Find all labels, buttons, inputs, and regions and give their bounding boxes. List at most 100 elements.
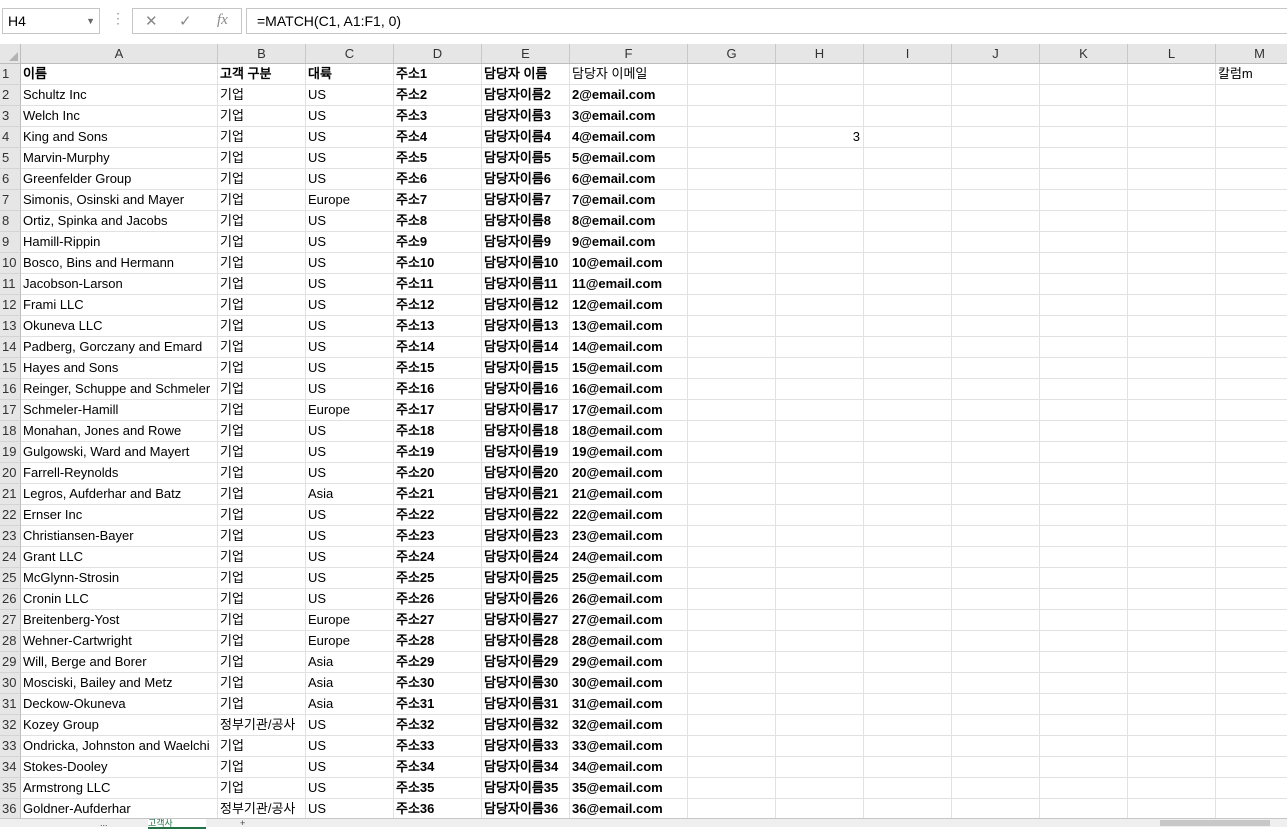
cell[interactable]	[776, 463, 864, 484]
cell[interactable]: US	[306, 358, 394, 379]
cell[interactable]: Hayes and Sons	[21, 358, 218, 379]
cell[interactable]	[776, 694, 864, 715]
column-header-b[interactable]: B	[218, 44, 306, 64]
cell[interactable]	[688, 610, 776, 631]
cell[interactable]	[688, 757, 776, 778]
cell[interactable]	[864, 757, 952, 778]
cell[interactable]	[688, 505, 776, 526]
cell[interactable]: US	[306, 736, 394, 757]
row-header[interactable]: 36	[0, 799, 21, 818]
cell[interactable]	[776, 715, 864, 736]
cell[interactable]: 담당자이름29	[482, 652, 570, 673]
cell[interactable]	[1128, 442, 1216, 463]
cell[interactable]: 대륙	[306, 64, 394, 85]
cell[interactable]	[864, 631, 952, 652]
cell[interactable]: 주소25	[394, 568, 482, 589]
cell[interactable]	[688, 421, 776, 442]
cell[interactable]	[1128, 736, 1216, 757]
cell[interactable]	[1040, 610, 1128, 631]
cell[interactable]	[952, 715, 1040, 736]
cell[interactable]	[1216, 316, 1287, 337]
cell[interactable]	[1040, 211, 1128, 232]
cell[interactable]: 담당자이름24	[482, 547, 570, 568]
cell[interactable]: Mosciski, Bailey and Metz	[21, 673, 218, 694]
chevron-down-icon[interactable]: ▼	[86, 9, 95, 33]
cell[interactable]	[952, 169, 1040, 190]
cell[interactable]	[1040, 148, 1128, 169]
cell[interactable]: 6@email.com	[570, 169, 688, 190]
cell[interactable]	[776, 526, 864, 547]
cell[interactable]	[952, 757, 1040, 778]
cell[interactable]: 주소12	[394, 295, 482, 316]
cell[interactable]	[952, 64, 1040, 85]
cell[interactable]: US	[306, 463, 394, 484]
cell[interactable]: Legros, Aufderhar and Batz	[21, 484, 218, 505]
cell[interactable]	[1216, 421, 1287, 442]
cell[interactable]	[1216, 400, 1287, 421]
cell[interactable]	[952, 652, 1040, 673]
row-header[interactable]: 17	[0, 400, 21, 421]
cell[interactable]	[688, 568, 776, 589]
cell[interactable]	[1040, 253, 1128, 274]
row-header[interactable]: 19	[0, 442, 21, 463]
cell[interactable]: Asia	[306, 652, 394, 673]
cell[interactable]	[776, 673, 864, 694]
cell[interactable]: US	[306, 85, 394, 106]
cell[interactable]: 담당자이름33	[482, 736, 570, 757]
cell[interactable]: 담당자이름14	[482, 337, 570, 358]
cell[interactable]: 5@email.com	[570, 148, 688, 169]
cell[interactable]: 기업	[218, 148, 306, 169]
column-header-k[interactable]: K	[1040, 44, 1128, 64]
row-header[interactable]: 34	[0, 757, 21, 778]
cell[interactable]	[776, 316, 864, 337]
cell[interactable]: 기업	[218, 652, 306, 673]
cell[interactable]	[864, 799, 952, 818]
cell[interactable]: 담당자이름25	[482, 568, 570, 589]
cell[interactable]	[1216, 232, 1287, 253]
cell[interactable]	[1040, 652, 1128, 673]
cell[interactable]	[952, 400, 1040, 421]
cell[interactable]	[776, 64, 864, 85]
cell[interactable]: 2@email.com	[570, 85, 688, 106]
cell[interactable]	[688, 778, 776, 799]
cell[interactable]: 34@email.com	[570, 757, 688, 778]
cell[interactable]	[864, 148, 952, 169]
cell[interactable]: 32@email.com	[570, 715, 688, 736]
cell[interactable]: 고객 구분	[218, 64, 306, 85]
cell[interactable]	[1128, 64, 1216, 85]
cell[interactable]: 담당자이름28	[482, 631, 570, 652]
cell[interactable]: Christiansen-Bayer	[21, 526, 218, 547]
cell[interactable]	[688, 484, 776, 505]
cell[interactable]	[688, 694, 776, 715]
cell[interactable]: 주소19	[394, 442, 482, 463]
row-header[interactable]: 28	[0, 631, 21, 652]
cell[interactable]	[952, 337, 1040, 358]
cell[interactable]	[688, 253, 776, 274]
cell[interactable]: 27@email.com	[570, 610, 688, 631]
row-header[interactable]: 33	[0, 736, 21, 757]
cell[interactable]	[1128, 211, 1216, 232]
cell[interactable]: US	[306, 442, 394, 463]
cell[interactable]: 14@email.com	[570, 337, 688, 358]
row-header[interactable]: 30	[0, 673, 21, 694]
sheet-tab-active[interactable]: 고객사	[148, 819, 206, 829]
cell[interactable]	[952, 295, 1040, 316]
column-header-e[interactable]: E	[482, 44, 570, 64]
cell[interactable]: US	[306, 799, 394, 818]
cell[interactable]	[776, 505, 864, 526]
cell[interactable]	[1128, 127, 1216, 148]
cell[interactable]	[864, 169, 952, 190]
cell[interactable]	[1216, 505, 1287, 526]
cell[interactable]: 기업	[218, 484, 306, 505]
cell[interactable]: 주소16	[394, 379, 482, 400]
cell[interactable]: 기업	[218, 505, 306, 526]
cell[interactable]	[864, 274, 952, 295]
cell[interactable]	[864, 64, 952, 85]
column-header-h[interactable]: H	[776, 44, 864, 64]
cell[interactable]: Cronin LLC	[21, 589, 218, 610]
cell[interactable]	[776, 337, 864, 358]
cell[interactable]	[1216, 169, 1287, 190]
cell[interactable]: 담당자이름21	[482, 484, 570, 505]
cell[interactable]	[952, 631, 1040, 652]
cell[interactable]: 담당자이름7	[482, 190, 570, 211]
